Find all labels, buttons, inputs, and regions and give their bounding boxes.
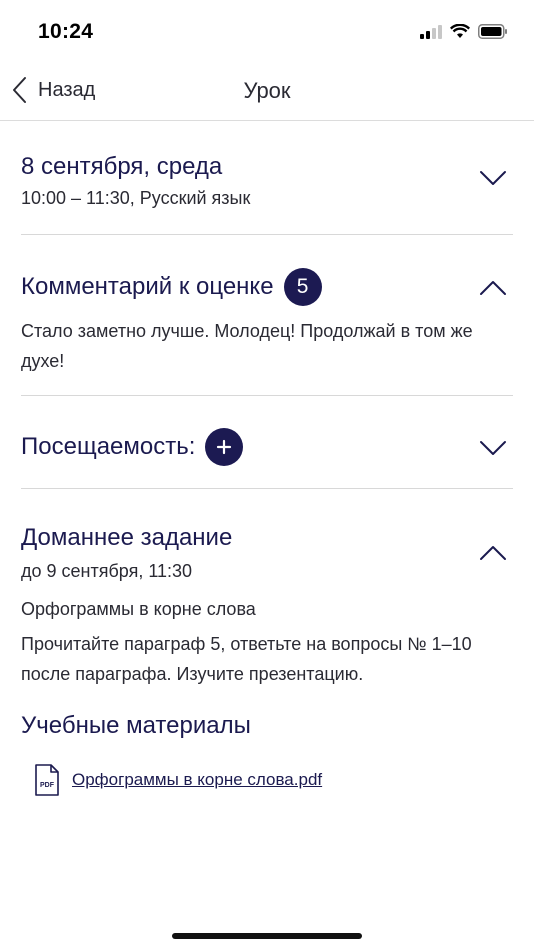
home-indicator[interactable]: [172, 933, 362, 939]
material-file[interactable]: PDF Орфограммы в корне слова.pdf: [34, 764, 322, 796]
homework-due: до 9 сентября, 11:30: [21, 561, 193, 581]
status-bar: 10:24: [0, 0, 534, 64]
homework-section: Доманнее задание до 9 сентября, 11:30 Ор…: [21, 523, 513, 753]
homework-title: Доманнее задание: [21, 524, 233, 551]
battery-icon: [478, 24, 507, 39]
homework-topic: Орфограммы в корне слова: [21, 599, 256, 619]
chevron-down-icon[interactable]: [479, 170, 507, 186]
grade-badge: 5: [283, 268, 322, 306]
grade-comment-title: Комментарий к оценке: [21, 273, 274, 300]
add-attendance-button[interactable]: [205, 428, 244, 466]
plus-icon: [217, 439, 232, 455]
file-link[interactable]: Орфограммы в корне слова.pdf: [72, 770, 322, 790]
attendance-title: Посещаемость:: [21, 433, 196, 460]
divider: [21, 395, 513, 396]
chevron-up-icon[interactable]: [479, 280, 507, 296]
navigation-bar: Назад Урок: [0, 64, 534, 121]
pdf-file-icon: PDF: [35, 764, 59, 796]
chevron-down-icon[interactable]: [479, 440, 507, 456]
status-icons: [420, 24, 508, 39]
page-title: Урок: [243, 78, 291, 103]
divider: [21, 488, 513, 489]
attendance-section[interactable]: Посещаемость:: [21, 428, 513, 468]
grade-comment-header: Комментарий к оценке 5: [21, 268, 513, 306]
materials-title: Учебные материалы: [21, 712, 251, 739]
status-time: 10:24: [38, 20, 94, 43]
pdf-label: PDF: [40, 782, 55, 789]
lesson-section[interactable]: 8 сентября, среда 10:00 – 11:30, Русский…: [21, 152, 513, 222]
divider: [21, 234, 513, 235]
chevron-up-icon[interactable]: [479, 545, 507, 561]
attendance-header: Посещаемость:: [21, 428, 513, 466]
signal-icon: [420, 24, 442, 39]
homework-text: Прочитайте параграф 5, ответьте на вопро…: [21, 634, 472, 684]
lesson-date: 8 сентября, среда: [21, 153, 223, 180]
grade-comment-section: Комментарий к оценке 5 Стало заметно луч…: [21, 268, 513, 378]
grade-comment-text: Стало заметно лучше. Молодец! Продолжай …: [21, 321, 473, 371]
lesson-details: 10:00 – 11:30, Русский язык: [21, 188, 251, 208]
wifi-icon: [450, 24, 470, 38]
